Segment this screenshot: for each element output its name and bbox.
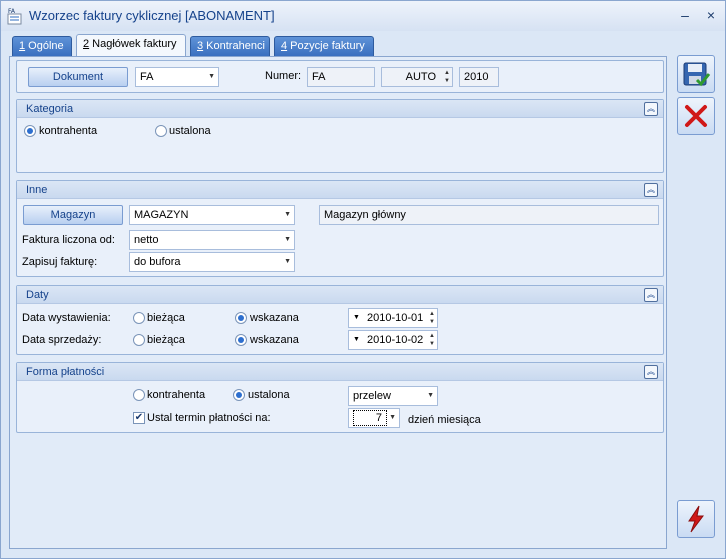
numer-auto-value: AUTO: [405, 71, 436, 83]
document-type-value: FA: [140, 71, 154, 83]
numer-prefix-field: FA: [307, 67, 375, 87]
action-button[interactable]: [677, 500, 715, 538]
data-sprzedazy-picker[interactable]: ▼ 2010-10-02 ▲ ▼: [348, 330, 438, 350]
spin-arrows-icon[interactable]: ▲ ▼: [429, 310, 435, 326]
svg-text:FA: FA: [8, 8, 16, 15]
document-panel: Dokument FA ▼ Numer: FA AUTO ▲ ▼ 2010: [16, 60, 664, 93]
dzien-miesiaca-label: dzień miesiąca: [408, 414, 481, 426]
tab-content: Dokument FA ▼ Numer: FA AUTO ▲ ▼ 2010 Kat…: [9, 56, 667, 549]
kategoria-ustalona-label: ustalona: [169, 125, 211, 137]
collapse-icon[interactable]: ︽: [644, 288, 658, 302]
data-sprzedazy-label: Data sprzedaży:: [22, 334, 102, 346]
cancel-button[interactable]: [677, 97, 715, 135]
chevron-down-icon: ▼: [284, 211, 291, 218]
ustal-termin-checkbox[interactable]: ✔: [133, 412, 145, 424]
chevron-down-icon: ▼: [208, 73, 215, 80]
tab-ogolne[interactable]: 1 Ogólne: [12, 36, 72, 56]
lightning-icon: [688, 505, 704, 533]
document-button[interactable]: Dokument: [28, 67, 128, 87]
tab-naglowek[interactable]: 2 Nagłówek faktury: [76, 34, 186, 57]
numer-auto-field[interactable]: AUTO ▲ ▼: [381, 67, 453, 87]
inne-title: Inne: [26, 184, 48, 196]
magazyn-value: MAGAZYN: [134, 209, 189, 221]
kategoria-title: Kategoria: [26, 103, 74, 115]
collapse-icon[interactable]: ︽: [644, 365, 658, 379]
kategoria-ustalona-radio[interactable]: [155, 125, 167, 137]
platnosc-kontrahenta-radio[interactable]: [133, 389, 145, 401]
forma-platnosci-value: przelew: [353, 390, 391, 402]
data-sprzedazy-value: 2010-10-02: [367, 334, 424, 346]
title-bar: FA Wzorzec faktury cyklicznej [ABONAMENT…: [1, 1, 725, 31]
sprzedazy-biezaca-label: bieżąca: [147, 334, 185, 346]
forma-platnosci-combo[interactable]: przelew ▼: [348, 386, 438, 406]
data-wystawienia-label: Data wystawienia:: [22, 312, 111, 324]
tab-kontrahenci[interactable]: 3 Kontrahenci: [190, 36, 270, 56]
forma-platnosci-title: Forma płatności: [26, 366, 105, 378]
termin-value: 7: [353, 410, 387, 426]
ustal-termin-label: Ustal termin płatności na:: [147, 412, 271, 424]
window: FA Wzorzec faktury cyklicznej [ABONAMENT…: [0, 0, 726, 559]
minimize-button[interactable]: –: [677, 7, 693, 23]
chevron-down-icon: ▼: [284, 236, 291, 243]
daty-header: Daty ︽: [17, 286, 663, 304]
kategoria-panel: Kategoria ︽ kontrahenta ustalona: [16, 99, 664, 173]
tab-pozycje[interactable]: 4 Pozycje faktury: [274, 36, 374, 56]
faktura-liczona-value: netto: [134, 234, 159, 246]
kategoria-kontrahenta-radio[interactable]: [24, 125, 36, 137]
collapse-icon[interactable]: ︽: [644, 102, 658, 116]
daty-panel: Daty ︽ Data wystawienia: bieżąca wskazan…: [16, 285, 664, 355]
magazyn-name-field: Magazyn główny: [319, 205, 659, 225]
termin-combo[interactable]: 7 ▼: [348, 408, 400, 428]
close-button[interactable]: ×: [703, 7, 719, 23]
sprzedazy-wskazana-label: wskazana: [250, 334, 299, 346]
zapisuj-combo[interactable]: do bufora ▼: [129, 252, 295, 272]
data-wystawienia-value: 2010-10-01: [367, 312, 424, 324]
document-type-combo[interactable]: FA ▼: [135, 67, 219, 87]
save-icon: [683, 62, 711, 87]
faktura-liczona-combo[interactable]: netto ▼: [129, 230, 295, 250]
inne-header: Inne ︽: [17, 181, 663, 199]
wystawienia-biezaca-radio[interactable]: [133, 312, 145, 324]
numer-year-field[interactable]: 2010: [459, 67, 499, 87]
magazyn-button[interactable]: Magazyn: [23, 205, 123, 225]
platnosc-ustalona-radio[interactable]: [233, 389, 245, 401]
wystawienia-wskazana-label: wskazana: [250, 312, 299, 324]
sprzedazy-wskazana-radio[interactable]: [235, 334, 247, 346]
app-icon: FA: [7, 7, 23, 25]
window-title: Wzorzec faktury cyklicznej [ABONAMENT]: [29, 8, 275, 23]
chevron-down-icon: ▼: [389, 414, 396, 421]
chevron-down-icon: ▼: [353, 336, 360, 343]
numer-label: Numer:: [265, 70, 302, 82]
wystawienia-biezaca-label: bieżąca: [147, 312, 185, 324]
zapisuj-value: do bufora: [134, 256, 181, 268]
magazyn-combo[interactable]: MAGAZYN ▼: [129, 205, 295, 225]
sprzedazy-biezaca-radio[interactable]: [133, 334, 145, 346]
platnosc-kontrahenta-label: kontrahenta: [147, 389, 206, 401]
cancel-icon: [685, 105, 707, 127]
daty-title: Daty: [26, 289, 49, 301]
faktura-liczona-label: Faktura liczona od:: [22, 234, 115, 246]
kategoria-kontrahenta-label: kontrahenta: [39, 125, 98, 137]
chevron-down-icon: ▼: [284, 258, 291, 265]
save-button[interactable]: [677, 55, 715, 93]
collapse-icon[interactable]: ︽: [644, 183, 658, 197]
kategoria-header: Kategoria ︽: [17, 100, 663, 118]
chevron-down-icon: ▼: [427, 392, 434, 399]
platnosc-ustalona-label: ustalona: [248, 389, 290, 401]
zapisuj-label: Zapisuj fakturę:: [22, 256, 98, 268]
spin-arrows-icon[interactable]: ▲ ▼: [429, 332, 435, 348]
wystawienia-wskazana-radio[interactable]: [235, 312, 247, 324]
forma-platnosci-header: Forma płatności ︽: [17, 363, 663, 381]
chevron-down-icon: ▼: [353, 314, 360, 321]
data-wystawienia-picker[interactable]: ▼ 2010-10-01 ▲ ▼: [348, 308, 438, 328]
spin-arrows-icon[interactable]: ▲ ▼: [444, 69, 450, 85]
forma-platnosci-panel: Forma płatności ︽ kontrahenta ustalona p…: [16, 362, 664, 433]
inne-panel: Inne ︽ Magazyn MAGAZYN ▼ Magazyn główny …: [16, 180, 664, 277]
